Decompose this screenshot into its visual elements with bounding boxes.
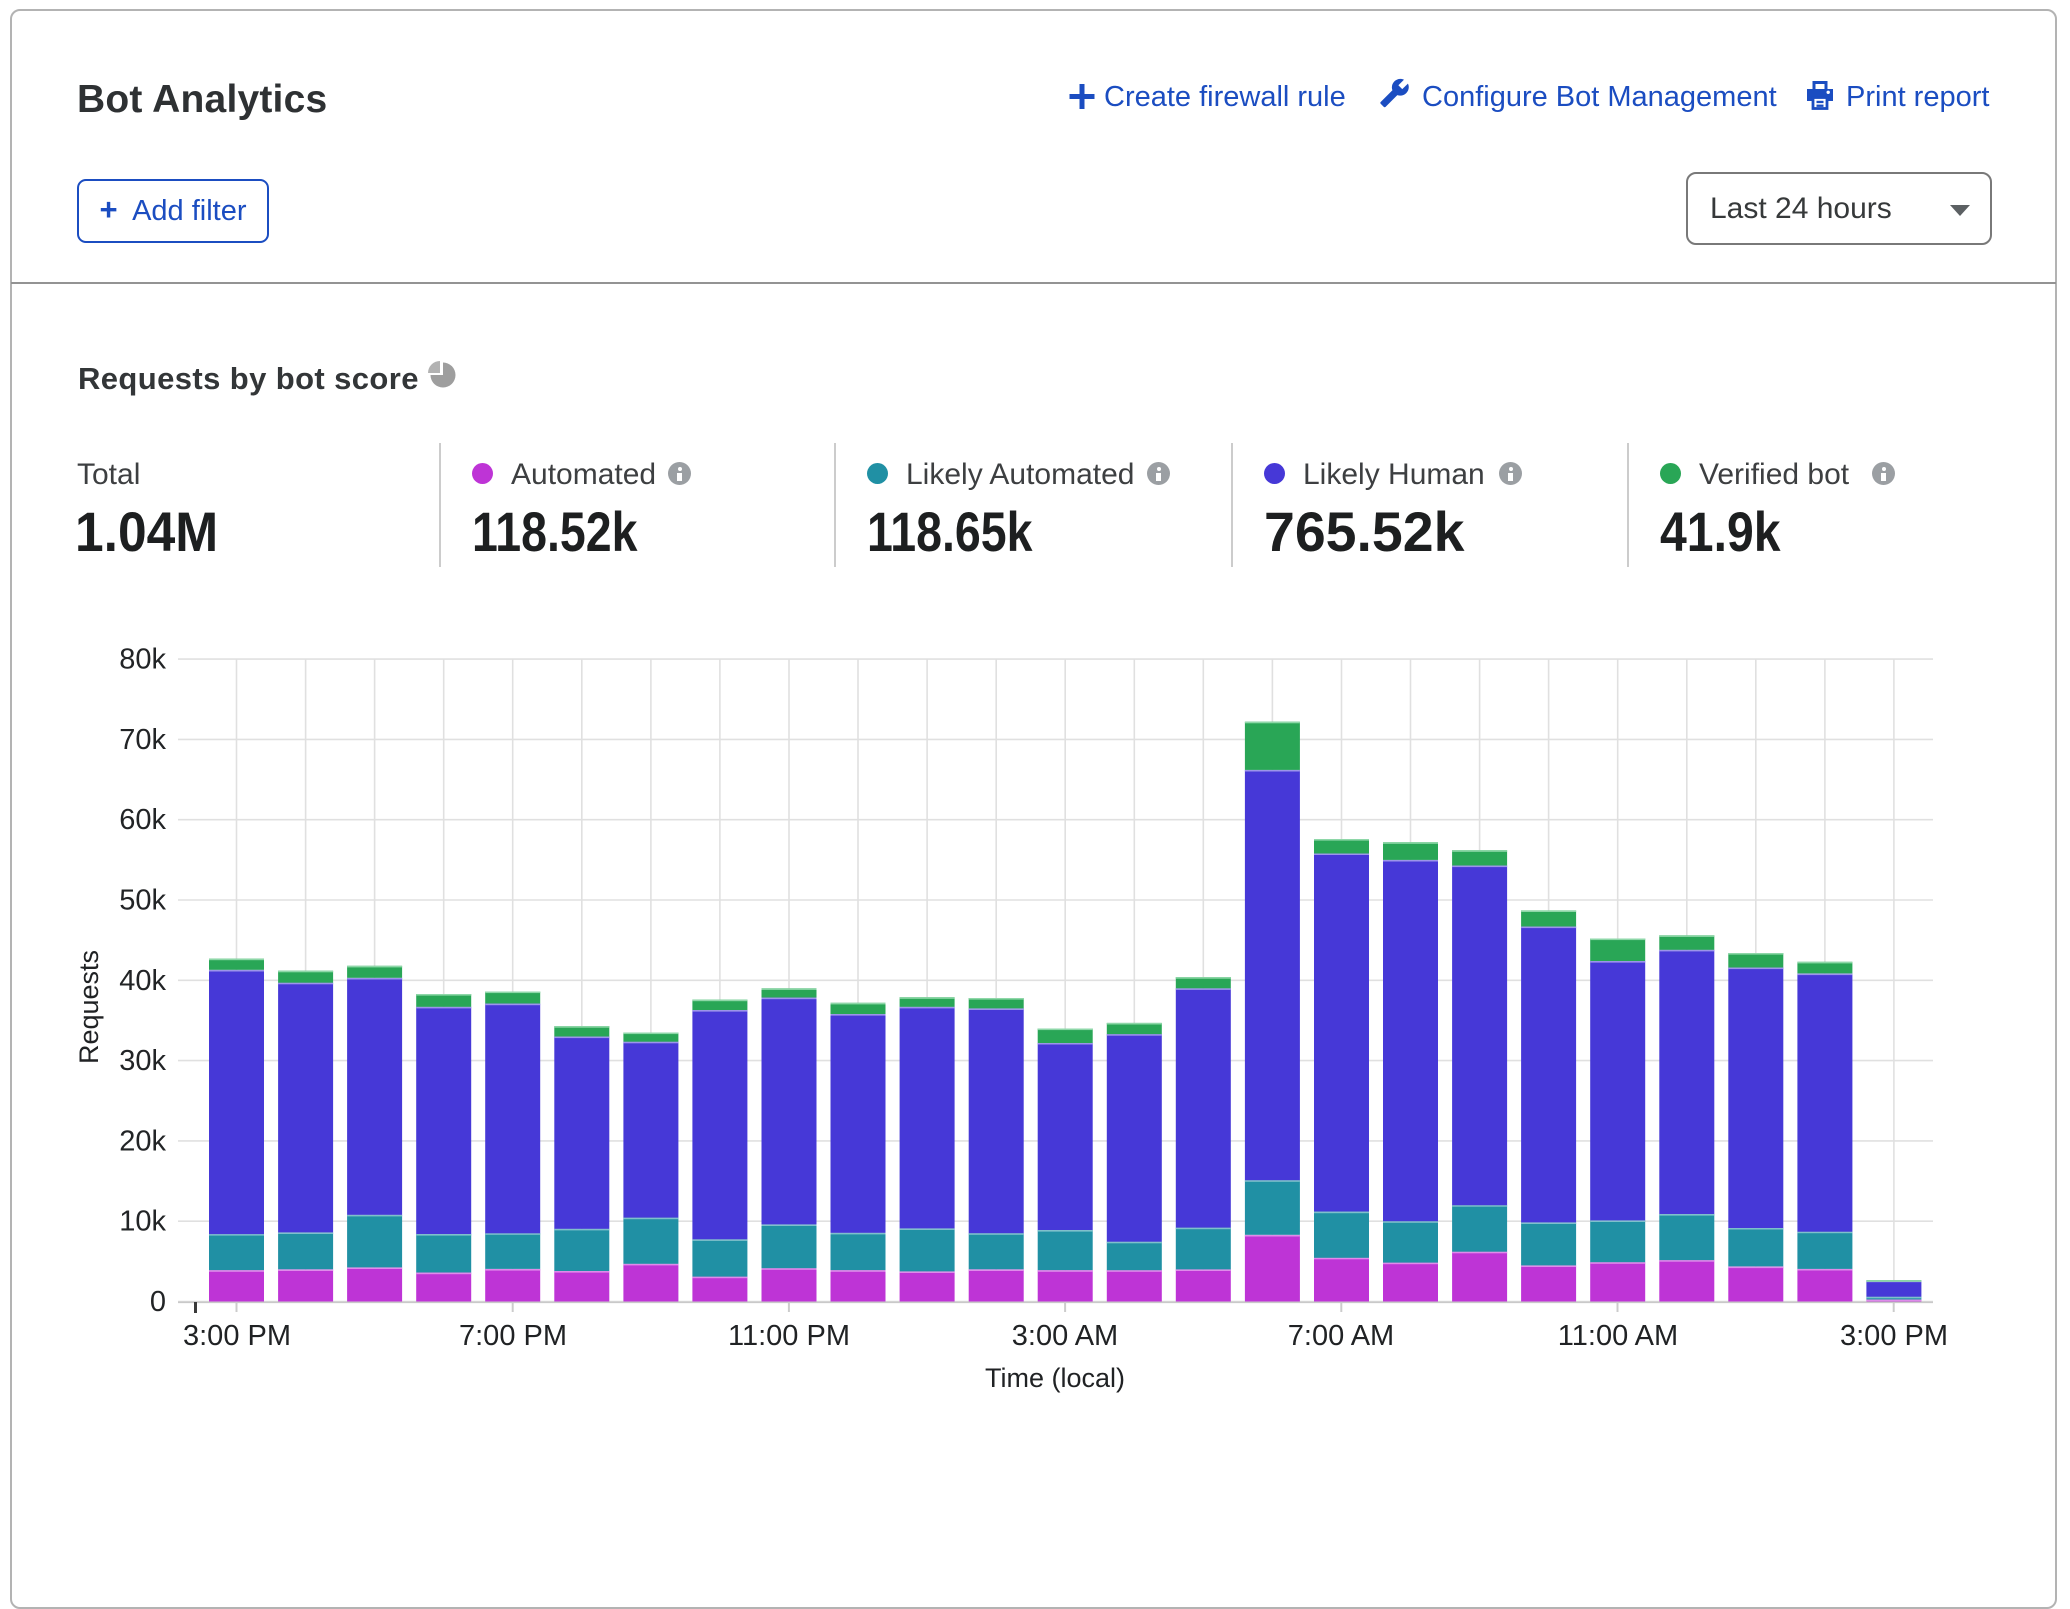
svg-text:3:00 PM: 3:00 PM [1840, 1320, 1948, 1352]
svg-text:60k: 60k [119, 804, 166, 836]
svg-text:Requests: Requests [74, 950, 104, 1064]
svg-text:10k: 10k [119, 1206, 166, 1238]
svg-text:20k: 20k [119, 1125, 166, 1157]
svg-text:11:00 AM: 11:00 AM [1558, 1320, 1678, 1352]
svg-text:7:00 PM: 7:00 PM [459, 1320, 567, 1352]
svg-text:40k: 40k [119, 965, 166, 997]
svg-text:Time (local): Time (local) [985, 1363, 1125, 1393]
svg-text:7:00 AM: 7:00 AM [1288, 1320, 1394, 1352]
svg-text:3:00 PM: 3:00 PM [183, 1320, 291, 1352]
svg-text:50k: 50k [119, 885, 166, 917]
svg-text:3:00 AM: 3:00 AM [1012, 1320, 1118, 1352]
svg-text:0: 0 [150, 1286, 166, 1318]
svg-text:30k: 30k [119, 1045, 166, 1077]
svg-text:11:00 PM: 11:00 PM [728, 1320, 850, 1352]
svg-text:80k: 80k [119, 644, 166, 676]
svg-text:70k: 70k [119, 724, 166, 756]
